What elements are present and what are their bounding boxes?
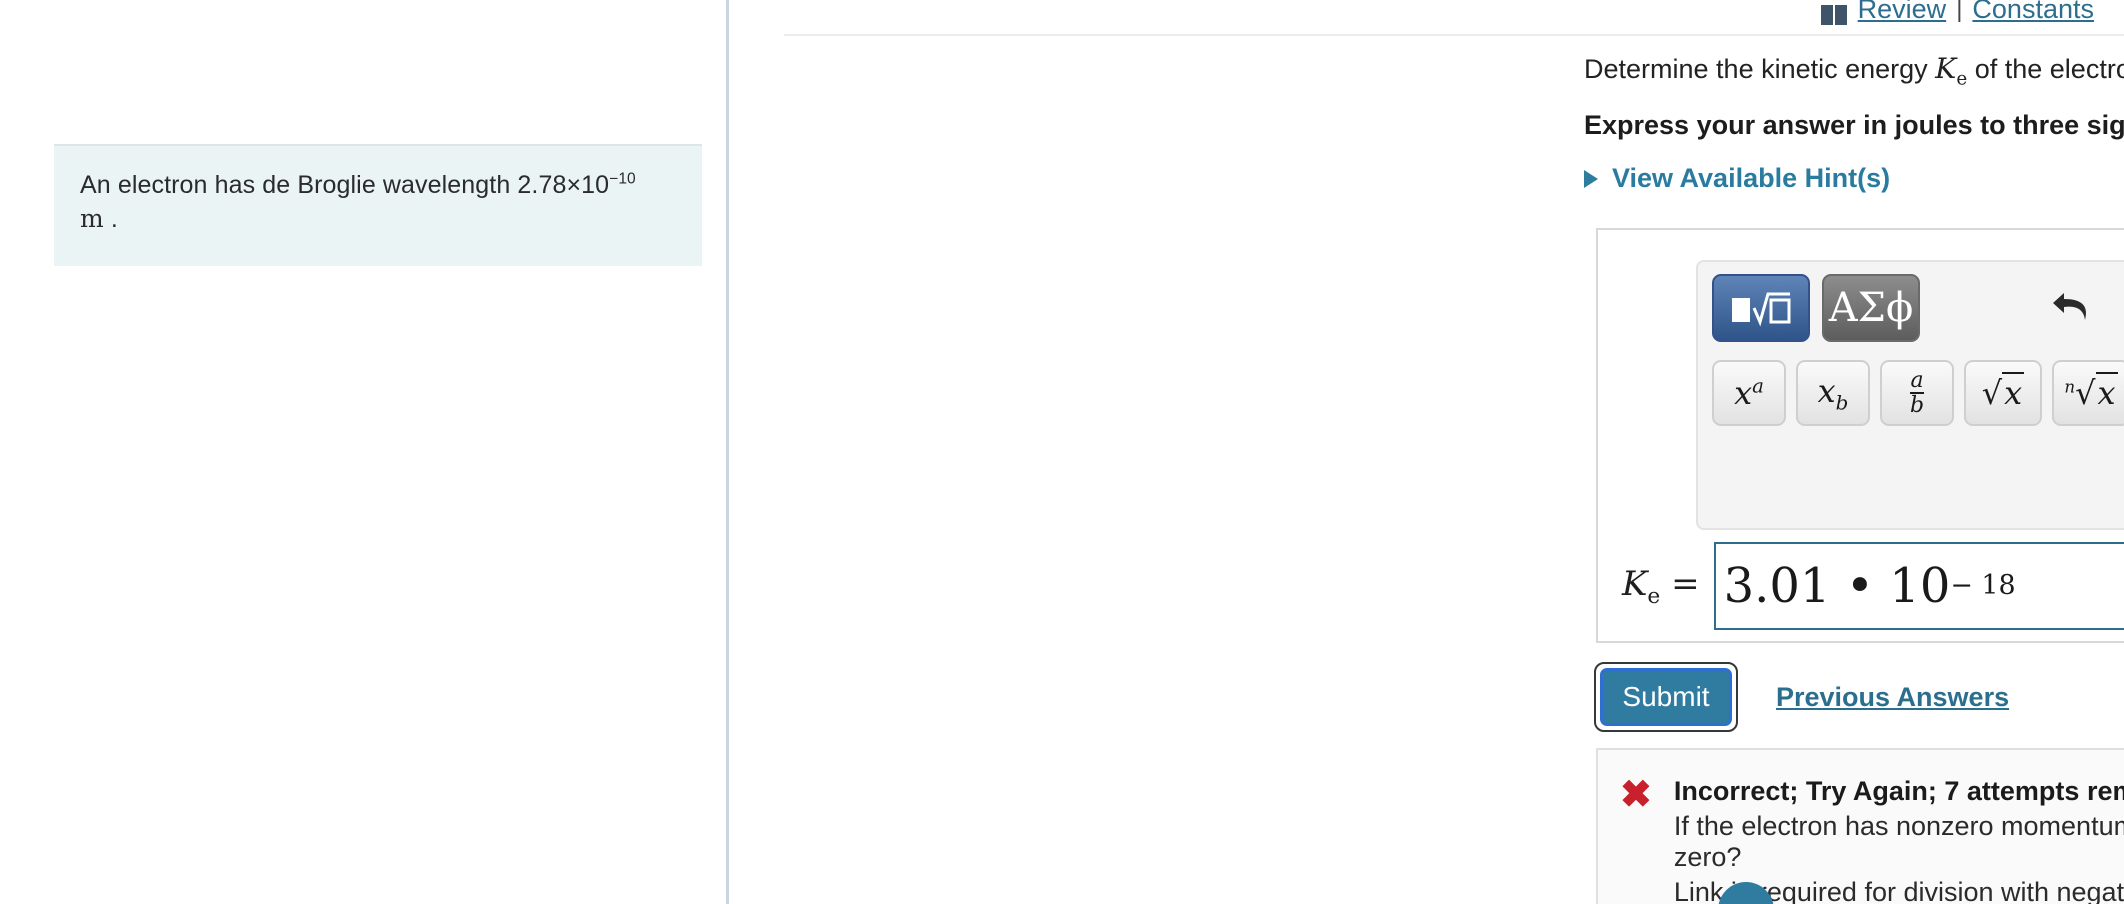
answer-input[interactable]: 3.01 • 10− 18 [1713,542,2124,630]
incorrect-icon: ✖ [1620,774,1652,816]
chevron-right-icon [1584,169,1598,188]
problem-statement-box: An electron has de Broglie wavelength 2.… [54,144,702,266]
view-hints-label: View Available Hint(s) [1612,163,1891,194]
problem-statement-suffix: . [110,205,118,233]
greek-palette-button[interactable]: ΑΣϕ [1822,274,1920,342]
nth-root-button[interactable]: n√x [2052,360,2124,426]
links-separator: | [1956,0,1963,23]
problem-statement-units: m [80,204,104,233]
question-prompt-suffix: of the electron. [1974,54,2124,84]
review-link[interactable]: Review [1858,0,1947,25]
question-panel: Review | Constants Determine the kinetic… [732,0,2124,904]
answer-instruction: Express your answer in joules to three s… [1584,110,2124,141]
book-icon [1820,2,1848,25]
square-root-button[interactable]: √x [1964,360,2042,426]
problem-statement-exponent: −10 [609,170,636,188]
page-root: An electron has de Broglie wavelength 2.… [0,0,2124,904]
question-text-area: Determine the kinetic energy Ke of the e… [1584,52,2124,194]
kinetic-energy-subscript: e [1956,68,1968,90]
view-hints-toggle[interactable]: View Available Hint(s) [1584,163,2124,194]
undo-icon[interactable] [2046,280,2098,332]
answer-label-symbol: K [1622,563,1648,604]
fraction-button[interactable]: ab [1880,360,1954,426]
previous-answers-link[interactable]: Previous Answers [1776,682,2009,713]
feedback-content: ✖ Incorrect; Try Again; 7 attempts remai… [1598,750,2124,904]
constants-link[interactable]: Constants [1972,0,2094,25]
kinetic-energy-symbol: K [1935,52,1957,85]
answer-label: Ke = [1622,564,1700,609]
review-constants-links: Review | Constants [1820,0,2094,25]
submit-button[interactable]: Submit [1600,668,1732,726]
superscript-button[interactable]: xa [1712,360,1786,426]
feedback-title: Incorrect; Try Again; 7 attempts remaini… [1673,776,2124,806]
problem-statement-prefix: An electron has de Broglie wavelength 2.… [80,171,610,199]
feedback-line-1: If the electron has nonzero momentum, ca… [1673,811,2124,872]
problem-statement-panel: An electron has de Broglie wavelength 2.… [0,0,729,904]
subscript-button[interactable]: xb [1796,360,1870,426]
question-prompt: Determine the kinetic energy Ke of the e… [1584,52,2124,90]
math-palette-button[interactable] [1712,274,1810,342]
answer-label-subscript: e [1647,583,1661,609]
question-prompt-prefix: Determine the kinetic energy [1584,54,1936,84]
answer-input-row: Ke = 3.01 • 10− 18 J [1622,542,2124,630]
answer-value-mantissa: 3.01 • 10 [1723,558,1951,614]
answer-actions-row: Submit Previous Answers [1594,662,2009,732]
feedback-panel: ✖ Incorrect; Try Again; 7 attempts remai… [1596,748,2124,904]
math-input-palette: ΑΣϕ xa xb a b √x n√x [1696,260,2124,530]
answer-label-equals: = [1671,563,1700,604]
answer-entry-card: ΑΣϕ xa xb a b √x n√x Ke = 3.01 • 10 − 18 [1596,228,2124,643]
submit-button-focus-ring: Submit [1594,662,1738,732]
problem-statement-text: An electron has de Broglie wavelength 2.… [80,168,676,236]
